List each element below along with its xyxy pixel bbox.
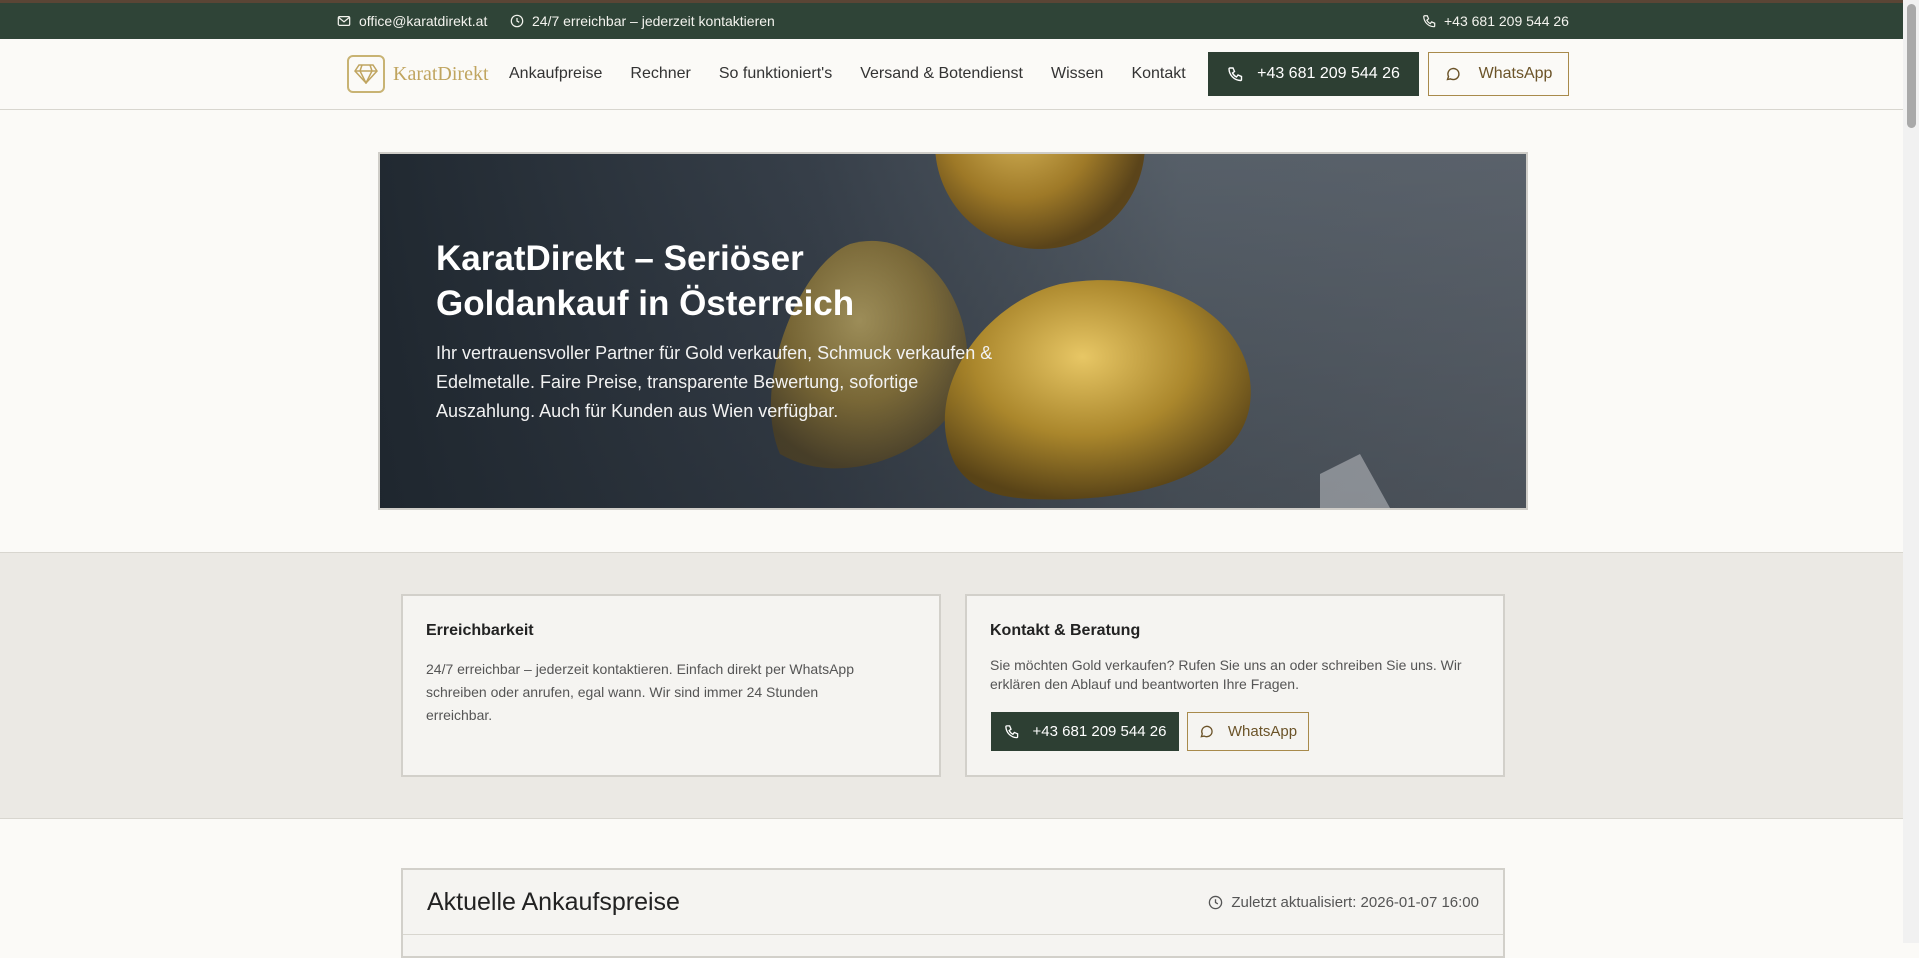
contact-phone-label: +43 681 209 544 26	[1032, 723, 1167, 740]
hero-banner: KaratDirekt – Seriöser Goldankauf in Öst…	[378, 152, 1528, 510]
nav-item-rechner[interactable]: Rechner	[630, 65, 690, 83]
prices-updated-text: Zuletzt aktualisiert: 2026-01-07 16:00	[1231, 894, 1479, 911]
info-band	[0, 552, 1903, 819]
hero-title: KaratDirekt – Seriöser Goldankauf in Öst…	[436, 239, 855, 323]
chat-icon	[1446, 67, 1460, 81]
divider	[403, 934, 1503, 935]
nav-item-wissen[interactable]: Wissen	[1051, 65, 1103, 83]
contact-whatsapp-button[interactable]: WhatsApp	[1187, 712, 1309, 751]
chat-icon	[1200, 725, 1213, 738]
availability-card: Erreichbarkeit 24/7 erreichbar – jederze…	[401, 594, 941, 777]
scrollbar-track[interactable]	[1903, 0, 1919, 943]
site-logo[interactable]: KaratDirekt	[347, 53, 489, 95]
availability-text: 24/7 erreichbar – jederzeit kontaktieren…	[426, 661, 855, 723]
topbar-email[interactable]: office@karatdirekt.at	[337, 3, 487, 39]
nav-item-so-funktionierts[interactable]: So funktioniert's	[719, 65, 832, 83]
header-phone-label: +43 681 209 544 26	[1257, 65, 1400, 82]
topbar-hours-text: 24/7 erreichbar – jederzeit kontaktieren	[532, 13, 775, 29]
diamond-logo-icon	[347, 55, 385, 93]
prices-updated: Zuletzt aktualisiert: 2026-01-07 16:00	[1208, 894, 1479, 911]
topbar-phone[interactable]: +43 681 209 544 26	[1422, 3, 1569, 39]
contact-phone-button[interactable]: +43 681 209 544 26	[991, 712, 1179, 751]
prices-title: Aktuelle Ankaufspreise	[427, 888, 680, 916]
logo-text: KaratDirekt	[393, 62, 489, 85]
header-phone-button[interactable]: +43 681 209 544 26	[1208, 52, 1419, 96]
contact-whatsapp-label: WhatsApp	[1227, 723, 1298, 740]
header-whatsapp-button[interactable]: WhatsApp	[1428, 52, 1569, 96]
top-bar: office@karatdirekt.at 24/7 erreichbar – …	[0, 0, 1903, 39]
prices-section: Aktuelle Ankaufspreise Zuletzt aktualisi…	[401, 868, 1505, 958]
contact-text: Sie möchten Gold verkaufen? Rufen Sie un…	[990, 657, 1462, 692]
nav-item-ankaufpreise[interactable]: Ankaufpreise	[509, 65, 602, 83]
main-nav: Ankaufpreise Rechner So funktioniert's V…	[509, 39, 1186, 109]
header-whatsapp-label: WhatsApp	[1478, 65, 1553, 82]
phone-icon	[1423, 15, 1436, 28]
phone-icon	[1004, 725, 1018, 739]
clock-icon	[510, 14, 524, 28]
contact-title: Kontakt & Beratung	[990, 622, 1141, 639]
topbar-email-text: office@karatdirekt.at	[359, 13, 488, 29]
site-header: KaratDirekt Ankaufpreise Rechner So funk…	[0, 39, 1903, 110]
gold-nuggets-image	[770, 154, 1390, 508]
phone-icon	[1228, 67, 1243, 82]
nav-item-kontakt[interactable]: Kontakt	[1131, 65, 1185, 83]
topbar-phone-text: +43 681 209 544 26	[1444, 13, 1569, 29]
scrollbar-thumb[interactable]	[1907, 4, 1916, 128]
hero-subtitle: Ihr vertrauensvoller Partner für Gold ve…	[436, 343, 993, 421]
availability-title: Erreichbarkeit	[426, 622, 534, 639]
clock-icon	[1209, 895, 1223, 910]
contact-card: Kontakt & Beratung Sie möchten Gold verk…	[965, 594, 1505, 777]
topbar-hours: 24/7 erreichbar – jederzeit kontaktieren	[510, 3, 775, 39]
mail-icon	[337, 16, 351, 26]
nav-item-versand[interactable]: Versand & Botendienst	[860, 65, 1023, 83]
